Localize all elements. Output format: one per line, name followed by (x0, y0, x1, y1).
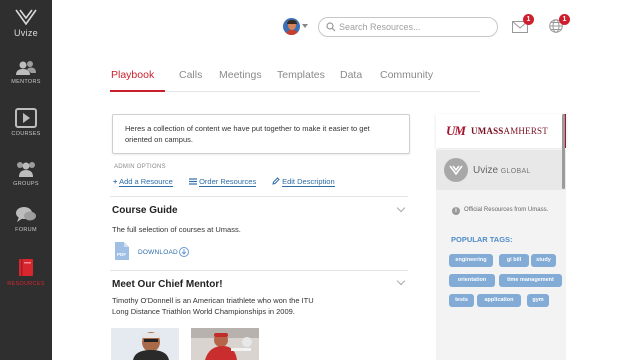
order-resources-label: Order Resources (199, 177, 257, 187)
intro-box: Heres a collection of content we have pu… (112, 114, 410, 154)
edit-description-label: Edit Description (282, 177, 335, 187)
app-root: Uvize MENTORS COURSES GROUPS FORUM RESOU… (0, 0, 622, 360)
mentor-description: Timothy O'Donnell is an American triathl… (112, 296, 314, 316)
tag-orientation[interactable]: orientation (449, 274, 495, 287)
search-icon (326, 22, 336, 32)
course-guide-description: The full selection of courses at Umass. (112, 225, 241, 234)
book-icon (19, 259, 33, 276)
info-icon: i (452, 207, 460, 215)
sidebar-item-label: FORUM (15, 227, 37, 233)
sidebar-item-label: COURSES (11, 131, 41, 137)
umass-name: UMASSAMHERST (471, 126, 548, 136)
chevron-down-icon[interactable] (396, 203, 406, 213)
mentor-photo-2 (191, 328, 259, 360)
tag-time-management[interactable]: time management (499, 274, 562, 287)
course-guide-title: Course Guide (112, 205, 178, 216)
tab-templates[interactable]: Templates (277, 69, 325, 81)
uvize-v-icon (15, 9, 37, 26)
sidebar-item-groups[interactable]: GROUPS (0, 160, 52, 187)
pencil-icon (272, 177, 280, 185)
search-input[interactable] (339, 20, 491, 34)
sidebar-item-forum[interactable]: FORUM (0, 206, 52, 233)
tag-application[interactable]: application (477, 294, 521, 307)
search-box (318, 17, 498, 37)
tag-gym[interactable]: gym (527, 294, 549, 307)
tag-tests[interactable]: tests (449, 294, 474, 307)
order-resources-link[interactable]: Order Resources (189, 177, 257, 187)
admin-options-title: ADMIN OPTIONS (114, 164, 166, 170)
logo-text: Uvize (13, 28, 38, 38)
tab-community[interactable]: Community (380, 69, 433, 81)
divider (110, 270, 408, 271)
tag-study[interactable]: study (531, 254, 556, 267)
sidebar-item-courses[interactable]: COURSES (0, 108, 52, 137)
download-link[interactable]: DOWNLOAD (138, 249, 178, 256)
mentor-title: Meet Our Chief Mentor! (112, 279, 223, 290)
sidebar-item-label: RESOURCES (7, 281, 45, 287)
tab-calls[interactable]: Calls (179, 69, 202, 81)
mentor-photo-1 (111, 328, 179, 360)
chevron-down-icon[interactable] (396, 276, 406, 286)
tab-bar: Playbook Calls Meetings Templates Data C… (110, 66, 480, 92)
tag-gi-bill[interactable]: gi bill (499, 254, 529, 267)
play-icon (15, 108, 37, 128)
uvize-logo-icon (444, 158, 468, 182)
uvize-logo[interactable]: Uvize (0, 4, 52, 44)
uvize-header: Uvize GLOBAL (436, 150, 566, 190)
globe-badge: 1 (559, 14, 570, 25)
uvize-global-card: Uvize GLOBAL i Official Resources from U… (436, 150, 566, 360)
download-icon[interactable] (179, 247, 189, 257)
plus-icon: + (113, 177, 118, 186)
umass-brand-card: UM UMASSAMHERST (436, 114, 566, 148)
divider (110, 196, 408, 197)
sidebar-item-resources[interactable]: RESOURCES (0, 258, 52, 287)
sidebar-item-label: GROUPS (13, 181, 39, 187)
add-resource-label: Add a Resource (119, 177, 173, 187)
active-tab-indicator (110, 90, 165, 92)
chevron-down-icon[interactable] (302, 24, 308, 28)
group-icon (17, 162, 35, 177)
users-icon (16, 61, 36, 75)
sidebar: Uvize MENTORS COURSES GROUPS FORUM RESOU… (0, 0, 52, 360)
uvize-global-name: Uvize GLOBAL (473, 165, 531, 176)
sidebar-item-label: MENTORS (11, 79, 41, 85)
avatar[interactable] (283, 18, 300, 35)
tag-engineering[interactable]: engineering (449, 254, 493, 267)
svg-text:PDF: PDF (117, 252, 126, 257)
mail-badge: 1 (523, 14, 534, 25)
info-text: Official Resources from Umass. (464, 207, 549, 213)
edit-description-link[interactable]: Edit Description (272, 177, 335, 187)
pdf-file-icon[interactable]: PDF (114, 242, 129, 260)
tab-meetings[interactable]: Meetings (219, 69, 262, 81)
tab-data[interactable]: Data (340, 69, 362, 81)
umass-logo: UM (446, 123, 466, 138)
tab-playbook[interactable]: Playbook (111, 69, 154, 81)
order-icon (189, 178, 197, 185)
add-resource-link[interactable]: + Add a Resource (113, 177, 173, 187)
right-panel-scrollbar[interactable] (562, 114, 565, 189)
chat-icon (16, 207, 36, 222)
popular-tags-title: POPULAR TAGS: (451, 235, 513, 244)
sidebar-item-mentors[interactable]: MENTORS (0, 60, 52, 85)
